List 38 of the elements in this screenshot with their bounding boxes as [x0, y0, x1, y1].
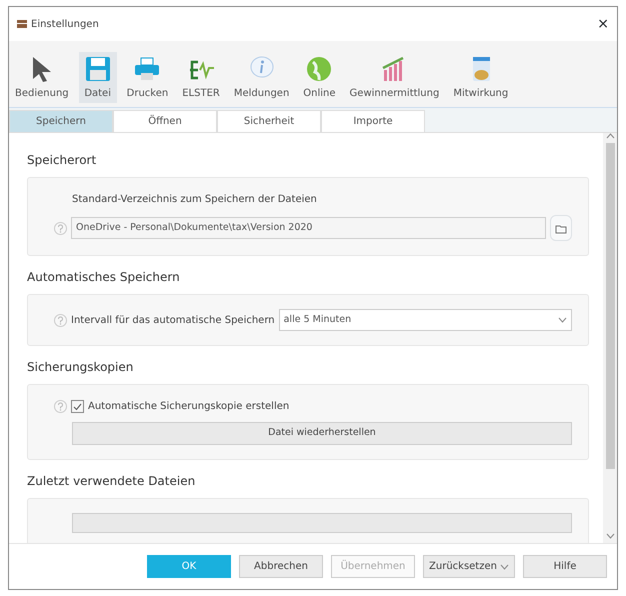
toolbar-button[interactable]: Datei	[78, 52, 117, 103]
restore-button[interactable]: Datei wiederherstellen	[72, 422, 572, 444]
checkbox[interactable]	[71, 400, 84, 414]
tab[interactable]: Speichern	[9, 110, 113, 132]
scroll-up-icon[interactable]	[606, 133, 614, 139]
tab[interactable]: Importe	[321, 110, 425, 132]
toolbar-button[interactable]: Gewinnermittlung	[346, 52, 444, 103]
help-icon[interactable]	[54, 314, 67, 327]
dialog-button[interactable]: Abbrechen	[239, 555, 323, 578]
help-icon[interactable]	[54, 222, 67, 234]
close-button[interactable]: ×	[597, 14, 609, 34]
section-heading: Automatisches Speichern	[27, 269, 181, 286]
description-text: Standard-Verzeichnis zum Speichern der Dateien	[72, 193, 318, 207]
folder-button[interactable]	[550, 215, 572, 241]
section-heading: Speicherort	[27, 152, 98, 169]
scroll-down-icon[interactable]	[606, 533, 614, 539]
caret-icon	[500, 564, 509, 570]
tab[interactable]: Sicherheit	[217, 110, 321, 132]
app-icon	[17, 20, 27, 28]
section-heading: Sicherungskopien	[27, 359, 134, 376]
path-field[interactable]: OneDrive - Personal\Dokumente\tax\Version 2020	[71, 216, 546, 240]
chevron-icon	[558, 317, 567, 324]
toolbar-button[interactable]: Online	[299, 52, 340, 103]
toolbar-button[interactable]: Drucken	[122, 52, 172, 103]
toolbar-button[interactable]: Bedienung	[11, 52, 73, 103]
tab[interactable]: Öffnen	[113, 110, 217, 132]
checkbox-label: Automatische Sicherungskopie erstellen	[88, 400, 290, 414]
section-heading: Zuletzt verwendete Dateien	[27, 472, 196, 490]
interval-dropdown[interactable]: alle 5 Minuten	[278, 309, 572, 332]
dropdown-button[interactable]: Zurücksetzen	[423, 555, 515, 578]
dialog-button[interactable]: Hilfe	[523, 555, 607, 578]
toolbar-button[interactable]: Meldungen	[230, 52, 294, 103]
toolbar-button[interactable]: Mitwirkung	[449, 52, 512, 103]
window-title: Einstellungen	[31, 18, 99, 32]
folder-icon	[555, 224, 567, 234]
field-label: Intervall für das automatische Speichern	[71, 314, 275, 328]
toolbar-button[interactable]: ELSTER	[178, 52, 224, 103]
scrollbar-thumb[interactable]	[606, 143, 614, 469]
